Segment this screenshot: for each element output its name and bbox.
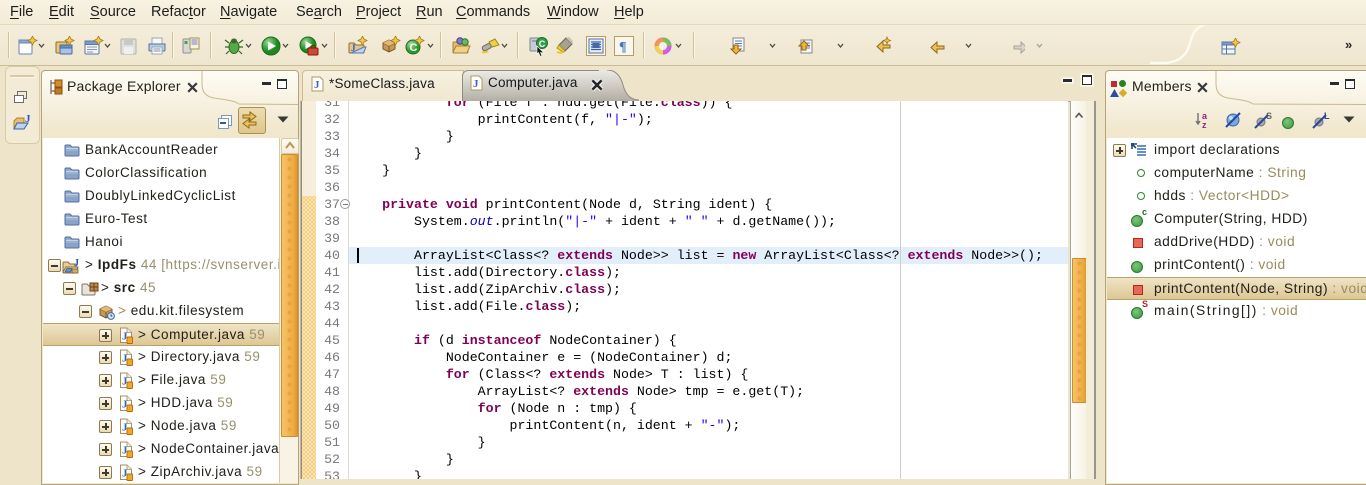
svg-text:J: J — [74, 258, 80, 269]
svg-text:C: C — [410, 42, 418, 54]
svg-text:C: C — [539, 39, 546, 49]
svg-text:J: J — [25, 113, 31, 125]
svg-text:J: J — [473, 78, 479, 90]
svg-text:J: J — [351, 43, 356, 53]
svg-text:J: J — [314, 79, 320, 91]
svg-text:z: z — [1202, 120, 1207, 129]
svg-text:¶: ¶ — [619, 40, 627, 55]
